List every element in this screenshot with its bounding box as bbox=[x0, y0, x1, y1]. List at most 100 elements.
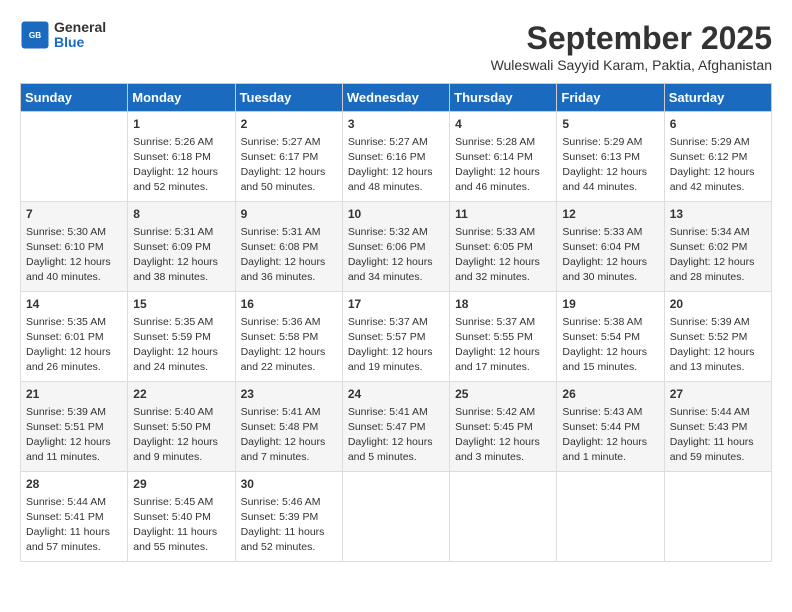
logo-text: General Blue bbox=[54, 20, 106, 51]
calendar-cell: 11 Sunrise: 5:33 AM Sunset: 6:05 PM Dayli… bbox=[450, 202, 557, 292]
weekday-header: Saturday bbox=[664, 84, 771, 112]
subtitle: Wuleswali Sayyid Karam, Paktia, Afghanis… bbox=[491, 57, 772, 73]
calendar-cell bbox=[664, 472, 771, 562]
calendar-week-row: 1Sunrise: 5:26 AM Sunset: 6:18 PM Daylig… bbox=[21, 112, 772, 202]
day-number: 1 bbox=[133, 116, 229, 133]
day-content: Sunrise: 5:44 AM Sunset: 5:41 PM Dayligh… bbox=[26, 495, 122, 556]
calendar-week-row: 7 Sunrise: 5:30 AM Sunset: 6:10 PM Daylig… bbox=[21, 202, 772, 292]
day-number: 30 bbox=[241, 476, 337, 493]
logo: GB General Blue bbox=[20, 20, 106, 51]
day-content: Sunrise: 5:45 AM Sunset: 5:40 PM Dayligh… bbox=[133, 495, 229, 556]
day-number: 12 bbox=[562, 206, 658, 223]
calendar-cell: 8 Sunrise: 5:31 AM Sunset: 6:09 PM Daylig… bbox=[128, 202, 235, 292]
calendar-cell: 24Sunrise: 5:41 AM Sunset: 5:47 PM Dayli… bbox=[342, 382, 449, 472]
calendar-cell: 20 Sunrise: 5:39 AM Sunset: 5:52 PM Dayli… bbox=[664, 292, 771, 382]
calendar-cell: 6 Sunrise: 5:29 AM Sunset: 6:12 PM Daylig… bbox=[664, 112, 771, 202]
day-content: Sunrise: 5:46 AM Sunset: 5:39 PM Dayligh… bbox=[241, 495, 337, 556]
calendar-cell: 13 Sunrise: 5:34 AM Sunset: 6:02 PM Dayli… bbox=[664, 202, 771, 292]
logo-general: General bbox=[54, 20, 106, 35]
day-content: Sunrise: 5:29 AM Sunset: 6:12 PM Dayligh… bbox=[670, 135, 766, 196]
day-number: 18 bbox=[455, 296, 551, 313]
day-number: 21 bbox=[26, 386, 122, 403]
day-content: Sunrise: 5:36 AM Sunset: 5:58 PM Dayligh… bbox=[241, 315, 337, 376]
day-content: Sunrise: 5:29 AM Sunset: 6:13 PM Dayligh… bbox=[562, 135, 658, 196]
weekday-header: Friday bbox=[557, 84, 664, 112]
calendar-cell: 19Sunrise: 5:38 AM Sunset: 5:54 PM Dayli… bbox=[557, 292, 664, 382]
day-number: 8 bbox=[133, 206, 229, 223]
day-content: Sunrise: 5:33 AM Sunset: 6:05 PM Dayligh… bbox=[455, 225, 551, 286]
day-content: Sunrise: 5:32 AM Sunset: 6:06 PM Dayligh… bbox=[348, 225, 444, 286]
day-content: Sunrise: 5:40 AM Sunset: 5:50 PM Dayligh… bbox=[133, 405, 229, 466]
day-number: 27 bbox=[670, 386, 766, 403]
calendar-cell: 10Sunrise: 5:32 AM Sunset: 6:06 PM Dayli… bbox=[342, 202, 449, 292]
logo-icon: GB bbox=[20, 20, 50, 50]
logo-blue: Blue bbox=[54, 35, 106, 50]
calendar-cell: 22Sunrise: 5:40 AM Sunset: 5:50 PM Dayli… bbox=[128, 382, 235, 472]
calendar-cell: 25 Sunrise: 5:42 AM Sunset: 5:45 PM Dayli… bbox=[450, 382, 557, 472]
calendar-cell: 28 Sunrise: 5:44 AM Sunset: 5:41 PM Dayli… bbox=[21, 472, 128, 562]
day-number: 29 bbox=[133, 476, 229, 493]
calendar-cell bbox=[450, 472, 557, 562]
calendar-cell: 16 Sunrise: 5:36 AM Sunset: 5:58 PM Dayli… bbox=[235, 292, 342, 382]
day-content: Sunrise: 5:44 AM Sunset: 5:43 PM Dayligh… bbox=[670, 405, 766, 466]
day-content: Sunrise: 5:35 AM Sunset: 6:01 PM Dayligh… bbox=[26, 315, 122, 376]
calendar-cell: 1Sunrise: 5:26 AM Sunset: 6:18 PM Daylig… bbox=[128, 112, 235, 202]
weekday-header: Wednesday bbox=[342, 84, 449, 112]
calendar-cell: 29 Sunrise: 5:45 AM Sunset: 5:40 PM Dayli… bbox=[128, 472, 235, 562]
day-number: 19 bbox=[562, 296, 658, 313]
day-number: 23 bbox=[241, 386, 337, 403]
day-content: Sunrise: 5:43 AM Sunset: 5:44 PM Dayligh… bbox=[562, 405, 658, 466]
day-number: 5 bbox=[562, 116, 658, 133]
day-content: Sunrise: 5:35 AM Sunset: 5:59 PM Dayligh… bbox=[133, 315, 229, 376]
calendar-cell: 12 Sunrise: 5:33 AM Sunset: 6:04 PM Dayli… bbox=[557, 202, 664, 292]
calendar-cell: 18 Sunrise: 5:37 AM Sunset: 5:55 PM Dayli… bbox=[450, 292, 557, 382]
calendar-week-row: 14 Sunrise: 5:35 AM Sunset: 6:01 PM Dayli… bbox=[21, 292, 772, 382]
weekday-header: Tuesday bbox=[235, 84, 342, 112]
day-content: Sunrise: 5:42 AM Sunset: 5:45 PM Dayligh… bbox=[455, 405, 551, 466]
day-number: 20 bbox=[670, 296, 766, 313]
calendar-cell: 9 Sunrise: 5:31 AM Sunset: 6:08 PM Daylig… bbox=[235, 202, 342, 292]
calendar-cell: 15 Sunrise: 5:35 AM Sunset: 5:59 PM Dayli… bbox=[128, 292, 235, 382]
calendar-cell: 17 Sunrise: 5:37 AM Sunset: 5:57 PM Dayli… bbox=[342, 292, 449, 382]
day-content: Sunrise: 5:37 AM Sunset: 5:57 PM Dayligh… bbox=[348, 315, 444, 376]
weekday-header: Monday bbox=[128, 84, 235, 112]
day-number: 4 bbox=[455, 116, 551, 133]
day-content: Sunrise: 5:37 AM Sunset: 5:55 PM Dayligh… bbox=[455, 315, 551, 376]
calendar-cell: 4 Sunrise: 5:28 AM Sunset: 6:14 PM Daylig… bbox=[450, 112, 557, 202]
day-number: 14 bbox=[26, 296, 122, 313]
calendar-cell: 3Sunrise: 5:27 AM Sunset: 6:16 PM Daylig… bbox=[342, 112, 449, 202]
day-number: 16 bbox=[241, 296, 337, 313]
main-title: September 2025 bbox=[491, 20, 772, 57]
calendar-cell bbox=[21, 112, 128, 202]
day-content: Sunrise: 5:39 AM Sunset: 5:52 PM Dayligh… bbox=[670, 315, 766, 376]
page-header: GB General Blue September 2025 Wuleswali… bbox=[20, 20, 772, 73]
day-number: 17 bbox=[348, 296, 444, 313]
day-content: Sunrise: 5:33 AM Sunset: 6:04 PM Dayligh… bbox=[562, 225, 658, 286]
day-number: 6 bbox=[670, 116, 766, 133]
day-number: 9 bbox=[241, 206, 337, 223]
day-number: 7 bbox=[26, 206, 122, 223]
calendar-cell: 27 Sunrise: 5:44 AM Sunset: 5:43 PM Dayli… bbox=[664, 382, 771, 472]
day-content: Sunrise: 5:31 AM Sunset: 6:09 PM Dayligh… bbox=[133, 225, 229, 286]
day-content: Sunrise: 5:30 AM Sunset: 6:10 PM Dayligh… bbox=[26, 225, 122, 286]
day-number: 13 bbox=[670, 206, 766, 223]
calendar-cell: 5 Sunrise: 5:29 AM Sunset: 6:13 PM Daylig… bbox=[557, 112, 664, 202]
calendar-table: SundayMondayTuesdayWednesdayThursdayFrid… bbox=[20, 83, 772, 562]
day-number: 11 bbox=[455, 206, 551, 223]
day-number: 28 bbox=[26, 476, 122, 493]
calendar-cell: 21 Sunrise: 5:39 AM Sunset: 5:51 PM Dayli… bbox=[21, 382, 128, 472]
day-number: 15 bbox=[133, 296, 229, 313]
svg-text:GB: GB bbox=[29, 31, 41, 40]
day-content: Sunrise: 5:34 AM Sunset: 6:02 PM Dayligh… bbox=[670, 225, 766, 286]
calendar-cell: 26Sunrise: 5:43 AM Sunset: 5:44 PM Dayli… bbox=[557, 382, 664, 472]
calendar-cell: 30 Sunrise: 5:46 AM Sunset: 5:39 PM Dayli… bbox=[235, 472, 342, 562]
day-number: 25 bbox=[455, 386, 551, 403]
calendar-cell: 7 Sunrise: 5:30 AM Sunset: 6:10 PM Daylig… bbox=[21, 202, 128, 292]
day-content: Sunrise: 5:27 AM Sunset: 6:17 PM Dayligh… bbox=[241, 135, 337, 196]
header-row: SundayMondayTuesdayWednesdayThursdayFrid… bbox=[21, 84, 772, 112]
title-block: September 2025 Wuleswali Sayyid Karam, P… bbox=[491, 20, 772, 73]
day-content: Sunrise: 5:39 AM Sunset: 5:51 PM Dayligh… bbox=[26, 405, 122, 466]
day-content: Sunrise: 5:28 AM Sunset: 6:14 PM Dayligh… bbox=[455, 135, 551, 196]
weekday-header: Thursday bbox=[450, 84, 557, 112]
day-content: Sunrise: 5:31 AM Sunset: 6:08 PM Dayligh… bbox=[241, 225, 337, 286]
